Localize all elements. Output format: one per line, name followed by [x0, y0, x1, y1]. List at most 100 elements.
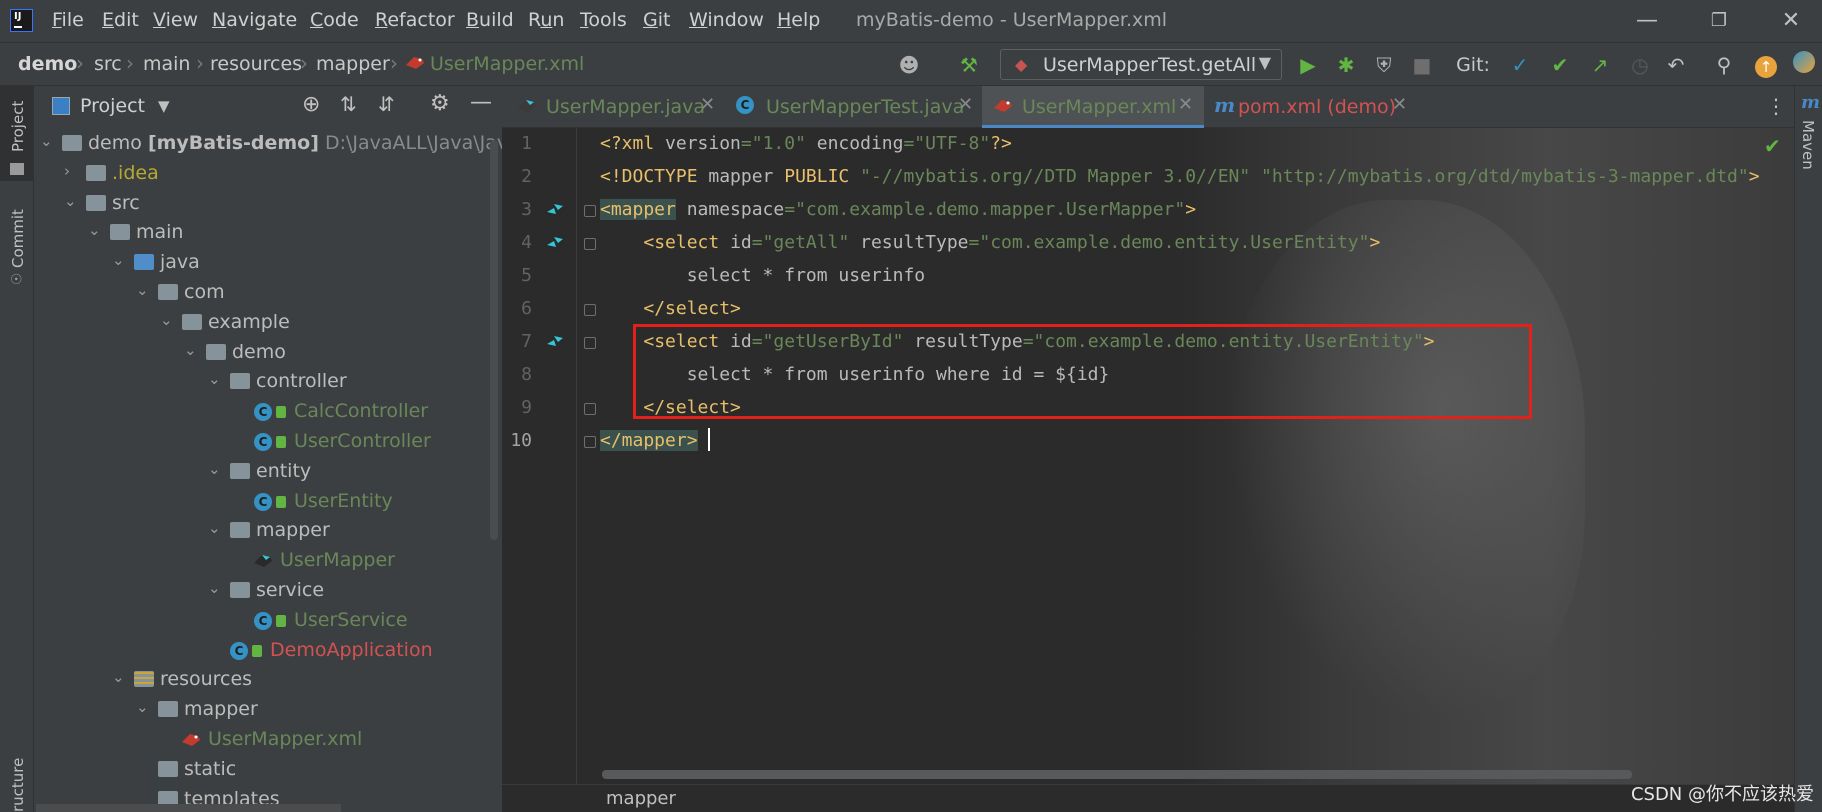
maven-icon[interactable]: m: [1801, 92, 1820, 113]
mybatis-navigation-icon[interactable]: [543, 200, 567, 220]
build-hammer-icon[interactable]: ⚒: [955, 51, 983, 79]
chevron-down-icon[interactable]: ⌄: [136, 281, 156, 299]
editor-horizontal-scrollbar[interactable]: [602, 770, 1632, 779]
fold-marker-icon[interactable]: [584, 238, 596, 250]
inspection-ok-check-icon[interactable]: ✔: [1764, 134, 1781, 158]
close-tab-icon[interactable]: ✕: [1392, 94, 1407, 115]
chevron-down-icon[interactable]: ⌄: [208, 460, 228, 478]
chevron-down-icon[interactable]: ⌄: [112, 251, 132, 269]
fold-marker-icon[interactable]: [584, 205, 596, 217]
tree-item-label: src: [112, 191, 140, 214]
run-configuration-select[interactable]: ◆ UserMapperTest.getAll ▼: [1000, 49, 1282, 80]
breadcrumb-file[interactable]: UserMapper.xml: [430, 53, 584, 75]
project-horizontal-scrollbar[interactable]: [36, 804, 341, 812]
editor-gutter[interactable]: [502, 128, 598, 784]
close-tab-icon[interactable]: ✕: [958, 94, 973, 115]
code-line[interactable]: </mapper>: [600, 430, 698, 451]
run-icon[interactable]: ▶: [1294, 51, 1322, 79]
plugin-icon[interactable]: [1790, 51, 1818, 79]
chevron-down-icon[interactable]: ⌄: [208, 519, 228, 537]
code-line[interactable]: </select>: [600, 298, 741, 319]
fold-marker-icon[interactable]: [584, 436, 596, 448]
chevron-down-icon[interactable]: ⌄: [208, 579, 228, 597]
menu-edit[interactable]: Edit: [102, 9, 139, 33]
breadcrumb-demo[interactable]: demo: [18, 53, 77, 75]
close-tab-icon[interactable]: ✕: [1178, 94, 1193, 115]
fold-marker-icon[interactable]: [584, 403, 596, 415]
csdn-watermark: CSDN @你不应该热爱: [1630, 784, 1814, 805]
code-line[interactable]: <select id="getAll" resultType="com.exam…: [600, 232, 1380, 253]
git-push-icon[interactable]: ↗: [1586, 51, 1614, 79]
git-update-icon[interactable]: ✓: [1506, 51, 1534, 79]
menu-run[interactable]: Run: [528, 9, 564, 33]
commit-tool-label[interactable]: Commit: [9, 209, 27, 268]
user-icon[interactable]: ☻▾: [895, 51, 923, 105]
intellij-logo-icon[interactable]: IJ: [10, 9, 33, 32]
git-commit-icon[interactable]: ✔: [1546, 51, 1574, 79]
mybatis-navigation-icon[interactable]: [543, 233, 567, 253]
breadcrumb-mapper[interactable]: mapper: [316, 53, 390, 75]
locate-target-icon[interactable]: ⊕: [302, 92, 320, 117]
chevron-down-icon[interactable]: ⌄: [160, 311, 180, 329]
menu-view[interactable]: View: [153, 9, 198, 33]
module-folder-icon: [62, 135, 82, 151]
structure-tool-label[interactable]: ructure: [9, 758, 27, 812]
menu-code[interactable]: Code: [310, 9, 359, 33]
code-line[interactable]: <mapper namespace="com.example.demo.mapp…: [600, 199, 1196, 220]
menu-navigate[interactable]: Navigate: [212, 9, 297, 33]
code-line[interactable]: <?xml version="1.0" encoding="UTF-8"?>: [600, 133, 1012, 154]
menu-build[interactable]: Build: [466, 9, 514, 33]
chevron-down-icon[interactable]: ▼: [158, 97, 170, 115]
editor-breadcrumb-mapper[interactable]: mapper: [606, 788, 676, 809]
collapse-all-icon[interactable]: ⇵: [378, 92, 395, 116]
breadcrumb-main[interactable]: main: [143, 53, 190, 75]
update-icon[interactable]: ↑: [1752, 51, 1780, 79]
chevron-down-icon[interactable]: ⌄: [136, 698, 156, 716]
chevron-right-icon: ›: [196, 51, 204, 75]
close-window-icon[interactable]: ✕: [1776, 6, 1806, 36]
chevron-down-icon[interactable]: ⌄: [112, 668, 132, 686]
line-number: 5: [521, 265, 532, 286]
chevron-down-icon[interactable]: ⌄: [64, 192, 84, 210]
menu-git[interactable]: Git: [643, 9, 670, 33]
maven-tool-label[interactable]: Maven: [1799, 120, 1817, 170]
code-line[interactable]: <!DOCTYPE mapper PUBLIC "-//mybatis.org/…: [600, 166, 1760, 187]
tab-usermapper-xml[interactable]: UserMapper.xml ✕: [982, 86, 1204, 128]
more-tabs-icon[interactable]: ⋮: [1766, 94, 1786, 118]
chevron-down-icon[interactable]: ⌄: [184, 341, 204, 359]
hide-panel-icon[interactable]: —: [470, 90, 492, 115]
mybatis-navigation-icon[interactable]: [543, 332, 567, 352]
menu-window[interactable]: Window: [689, 9, 764, 33]
chevron-down-icon[interactable]: ⌄: [88, 221, 108, 239]
tab-pom-xml[interactable]: m pom.xml (demo) ✕: [1208, 86, 1408, 128]
chevron-right-icon[interactable]: ›: [64, 162, 84, 180]
debug-bug-icon[interactable]: ✱: [1332, 51, 1360, 79]
menu-file[interactable]: File: [52, 9, 84, 33]
minimize-icon[interactable]: —: [1632, 6, 1662, 36]
menu-help[interactable]: Help: [777, 9, 820, 33]
close-tab-icon[interactable]: ✕: [700, 94, 715, 115]
breadcrumb-resources[interactable]: resources: [210, 53, 302, 75]
tab-usermappertest-java[interactable]: C UserMapperTest.java ✕: [730, 86, 982, 128]
project-scrollbar[interactable]: [490, 140, 498, 540]
tab-usermapper-java[interactable]: UserMapper.java ✕: [510, 86, 720, 128]
menu-refactor[interactable]: Refactor: [375, 9, 455, 33]
expand-all-icon[interactable]: ⇅: [340, 92, 357, 116]
code-line[interactable]: select * from userinfo: [600, 265, 925, 286]
restore-icon[interactable]: ❐: [1704, 6, 1734, 36]
coverage-icon[interactable]: ⛨: [1370, 51, 1398, 79]
chevron-down-icon[interactable]: ⌄: [40, 132, 60, 150]
tree-item-label: UserEntity: [294, 489, 393, 512]
project-panel-title[interactable]: Project: [80, 95, 145, 117]
fold-marker-icon[interactable]: [584, 337, 596, 349]
stop-icon[interactable]: ■: [1408, 51, 1436, 79]
chevron-down-icon[interactable]: ⌄: [208, 370, 228, 388]
git-history-icon[interactable]: ◷: [1626, 51, 1654, 79]
gear-icon[interactable]: ⚙: [430, 91, 450, 116]
search-icon[interactable]: ⚲: [1710, 51, 1738, 79]
menu-tools[interactable]: Tools: [580, 9, 627, 33]
fold-marker-icon[interactable]: [584, 304, 596, 316]
rollback-icon[interactable]: ↶: [1662, 51, 1690, 79]
right-tool-stripe: m Maven: [1794, 86, 1822, 812]
breadcrumb-src[interactable]: src: [94, 53, 122, 75]
